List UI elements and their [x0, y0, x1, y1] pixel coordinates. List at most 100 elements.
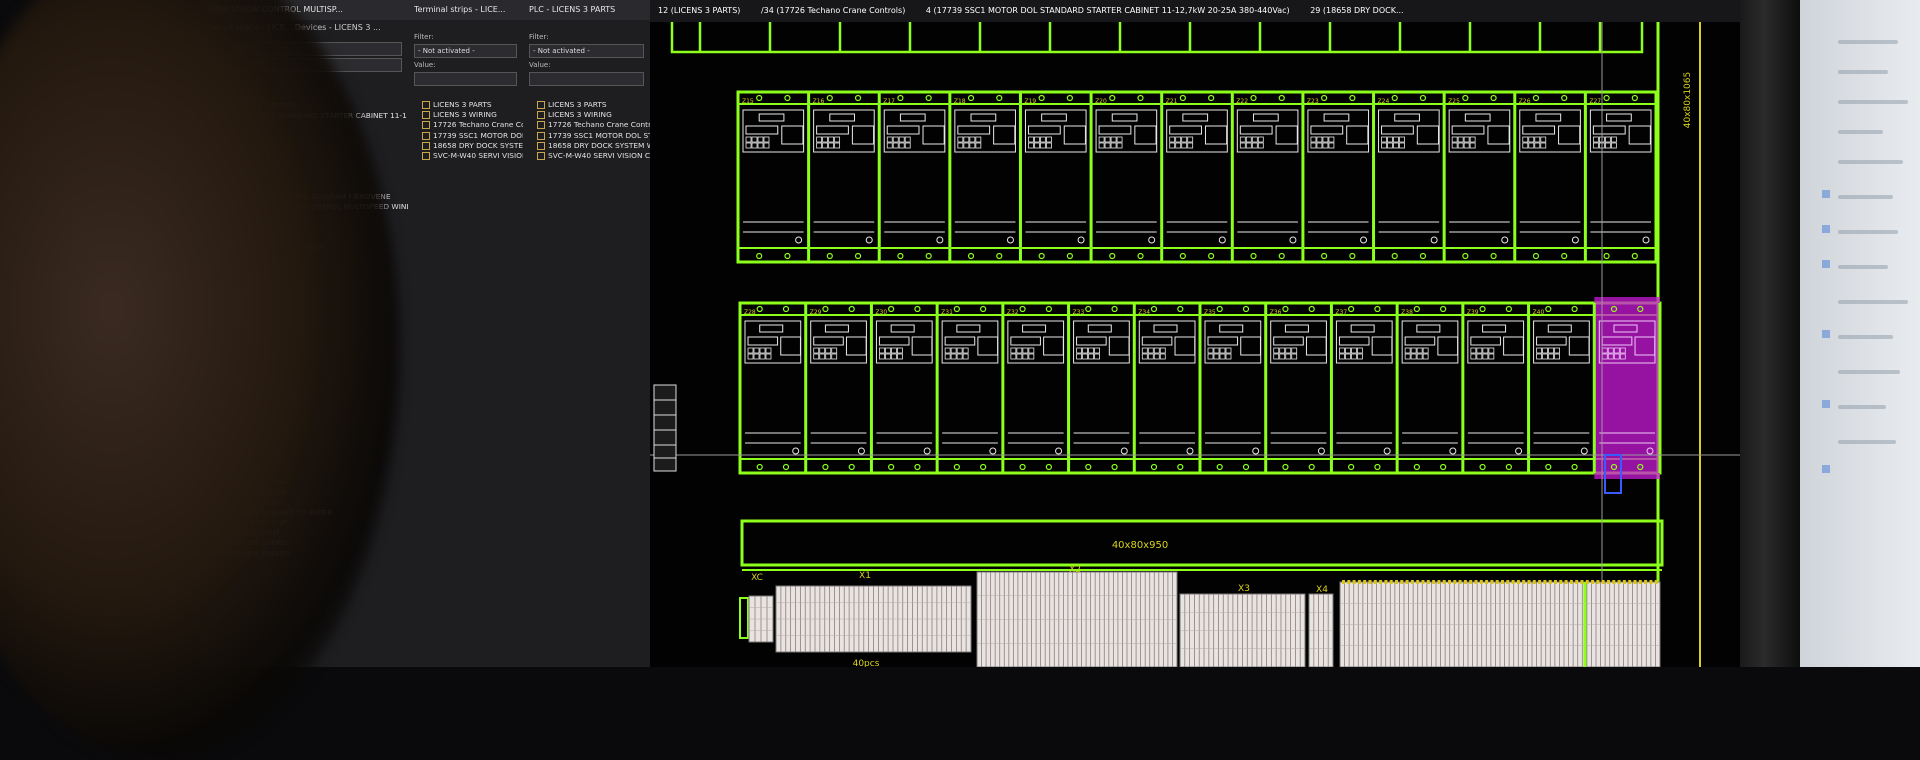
drive-module[interactable]: Z21	[1160, 92, 1228, 262]
terminal-strip-x1[interactable]	[775, 585, 972, 653]
drive-module[interactable]: Z29	[804, 303, 867, 473]
drive-row-2: Z28 Z29 Z30 Z31 Z32 Z33 Z34 Z35 Z36 Z37 Z38 Z39 Z40	[738, 297, 1662, 479]
drive-module[interactable]: Z31	[935, 303, 999, 473]
tree-item[interactable]: 17726 Techano Crane Contr	[422, 120, 523, 130]
terminal-value-label: Value:	[414, 61, 436, 69]
tree-item[interactable]: 18658 DRY DOCK SYSTEM W	[422, 141, 523, 151]
drive-id-label: Z15	[742, 98, 754, 105]
tree-item[interactable]: SVC-M-W40 SERVI VISION C	[537, 151, 650, 161]
background-second-monitor	[1800, 0, 1920, 667]
terminal-strips	[739, 571, 1661, 667]
terminal-label-x1: X1	[859, 571, 871, 581]
tree-item-label: 17739 SSC1 MOTOR DOL S	[433, 130, 524, 140]
drive-module[interactable]: Z16	[807, 92, 875, 262]
tree-item-label: 18658 DRY DOCK SYSTEM W	[548, 140, 651, 150]
drive-id-label: Z36	[1270, 309, 1282, 316]
page-icon	[537, 101, 545, 109]
drive-module[interactable]: Z36	[1264, 303, 1327, 473]
tree-item[interactable]: LICENS 3 PARTS	[422, 100, 523, 110]
drive-id-label: Z26	[1519, 98, 1531, 105]
drive-id-label: Z37	[1335, 309, 1347, 316]
drive-module[interactable]: Z15	[736, 92, 805, 262]
drive-id-label: Z16	[813, 98, 825, 105]
plc-value-input[interactable]	[529, 72, 644, 86]
drive-module[interactable]: Z32	[1001, 303, 1065, 473]
drive-id-label: Z24	[1378, 98, 1390, 105]
drive-module[interactable]: Z35	[1198, 303, 1262, 473]
terminal-strip-xc[interactable]	[748, 595, 774, 643]
drive-module[interactable]: Z30	[869, 303, 933, 473]
page-icon	[422, 121, 430, 130]
terminal-filter-label: Filter:	[414, 33, 434, 41]
drive-module[interactable]: Z17	[877, 92, 946, 262]
tree-item[interactable]: LICENS 3 PARTS	[537, 100, 650, 110]
tab-page-1[interactable]: 12 (LICENS 3 PARTS)	[658, 6, 740, 15]
page-icon	[422, 101, 430, 109]
vertical-dimension-label: 40x80x1065	[1683, 72, 1693, 128]
page-icon	[537, 151, 545, 160]
terminal-count-label: 40pcs	[853, 659, 880, 667]
drive-module[interactable]: Z22	[1230, 92, 1299, 262]
tree-item[interactable]: 17739 SSC1 MOTOR DOL S	[422, 131, 523, 141]
drive-id-label: Z39	[1467, 309, 1479, 316]
drive-module-selected[interactable]	[1592, 297, 1660, 479]
terminal-strip-x3[interactable]	[1179, 593, 1306, 667]
tree-item[interactable]: LICENS 3 WIRING	[422, 110, 523, 120]
drive-module[interactable]: Z37	[1329, 303, 1393, 473]
drive-module[interactable]: Z40	[1527, 303, 1590, 473]
plc-filter-label: Filter:	[529, 33, 549, 41]
cable-duct	[740, 519, 1664, 567]
drive-module[interactable]: Z34	[1132, 303, 1196, 473]
page-icon	[422, 131, 430, 140]
drive-module[interactable]: Z23	[1301, 92, 1370, 262]
drive-module[interactable]: Z26	[1513, 92, 1581, 262]
tree-item[interactable]: 18658 DRY DOCK SYSTEM W	[537, 141, 650, 151]
drawing-canvas[interactable]: Z15 Z16 Z17 Z18 Z19 Z20 Z21 Z22 Z23 Z24 Z25 Z26 Z27 …	[650, 0, 1740, 667]
page-icon	[422, 111, 430, 120]
plc-panel-title: PLC - LICENS 3 PARTS	[523, 0, 650, 20]
drive-module[interactable]: Z33	[1067, 303, 1130, 473]
drive-module[interactable]: Z25	[1442, 92, 1511, 262]
drive-module[interactable]: Z19	[1018, 92, 1087, 262]
terminal-value-input[interactable]	[414, 72, 517, 86]
drive-row-frame	[736, 90, 1658, 264]
terminal-label-x3: X3	[1238, 584, 1250, 594]
drive-id-label: Z17	[883, 98, 895, 105]
tab-page-3[interactable]: 4 (17739 SSC1 MOTOR DOL STANDARD STARTER…	[926, 6, 1290, 15]
tree-item[interactable]: SVC-M-W40 SERVI VISION C	[422, 151, 523, 161]
tab-page-2[interactable]: /34 (17726 Techano Crane Controls)	[761, 6, 905, 15]
drive-id-label: Z28	[744, 309, 756, 316]
terminal-filter-select[interactable]: - Not activated -	[414, 44, 517, 58]
plc-value-label: Value:	[529, 61, 551, 69]
tree-item[interactable]: 17726 Techano Crane Contro	[537, 120, 650, 130]
drive-row-1: Z15 Z16 Z17 Z18 Z19 Z20 Z21 Z22 Z23 Z24 Z25 Z26 Z27	[736, 90, 1658, 264]
drive-module[interactable]: Z24	[1372, 92, 1440, 262]
page-icon	[537, 141, 545, 150]
drive-module[interactable]: Z27	[1583, 92, 1652, 262]
plc-filter-select[interactable]: - Not activated -	[529, 44, 644, 58]
plc-panel: PLC - LICENS 3 PARTS Filter: - Not activ…	[523, 0, 651, 667]
drive-id-label: Z23	[1307, 98, 1319, 105]
terminal-strip-x4[interactable]	[1308, 593, 1334, 667]
drive-module[interactable]: Z20	[1089, 92, 1158, 262]
page-icon	[537, 111, 545, 120]
drive-module[interactable]: Z38	[1395, 303, 1459, 473]
drive-module[interactable]: Z28	[738, 303, 802, 473]
terminal-panel-title: Terminal strips - LICE...	[408, 0, 523, 20]
left-terminal-block	[653, 384, 677, 472]
drive-id-label: Z19	[1024, 98, 1036, 105]
tree-item-label: LICENS 3 PARTS	[548, 100, 607, 109]
drive-id-label: Z32	[1007, 309, 1019, 316]
drive-id-label: Z35	[1204, 309, 1216, 316]
terminal-strip-x5[interactable]	[1339, 581, 1661, 667]
drive-id-label: Z20	[1095, 98, 1107, 105]
drive-module[interactable]: Z18	[948, 92, 1016, 262]
tree-item[interactable]: 17739 SSC1 MOTOR DOL ST	[537, 131, 650, 141]
terminal-strips-panel: Terminal strips - LICE... Filter: - Not …	[408, 0, 524, 667]
tree-item[interactable]: LICENS 3 WIRING	[537, 110, 650, 120]
tab-page-4[interactable]: 29 (18658 DRY DOCK...	[1310, 6, 1403, 15]
terminal-strip-x2[interactable]	[976, 571, 1178, 667]
drive-module[interactable]: Z39	[1461, 303, 1525, 473]
plc-tree: LICENS 3 PARTS LICENS 3 WIRING 17726 Techa…	[523, 88, 650, 161]
cabinet-layout-drawing[interactable]: Z15 Z16 Z17 Z18 Z19 Z20 Z21 Z22 Z23 Z24 Z25 Z26 Z27 …	[650, 0, 1740, 667]
